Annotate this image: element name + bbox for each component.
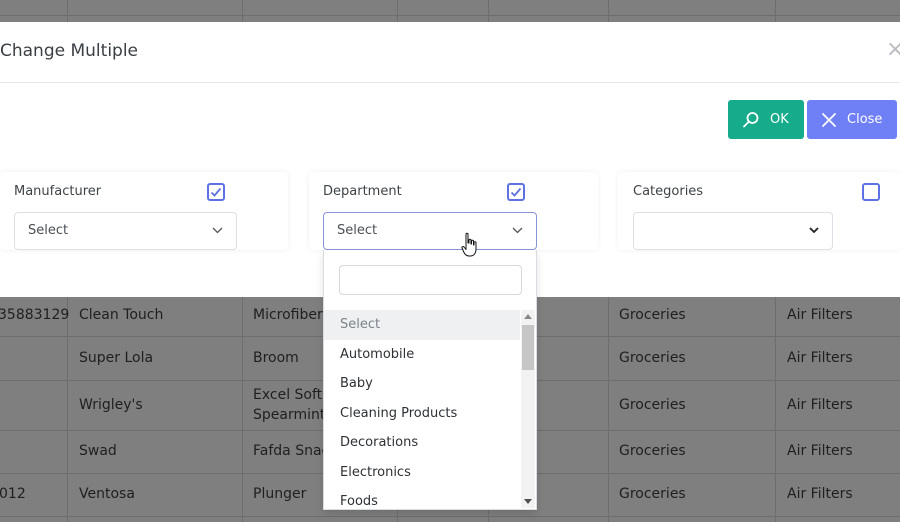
checkmark-icon xyxy=(210,187,222,197)
categories-checkbox[interactable] xyxy=(862,183,880,201)
manufacturer-checkbox[interactable] xyxy=(207,183,225,201)
modal-header-divider xyxy=(0,82,900,83)
table-cell-category: Air Filters xyxy=(787,350,853,366)
table-cell-department: Groceries xyxy=(619,397,686,413)
manufacturer-label: Manufacturer xyxy=(14,184,102,199)
categories-panel: Categories xyxy=(618,172,900,250)
department-select-value: Select xyxy=(337,223,378,238)
chevron-down-icon xyxy=(809,227,819,234)
table-cell-category: Air Filters xyxy=(787,307,853,323)
table-cell-manufacturer: Ventosa xyxy=(79,486,135,502)
table-cell-category: Air Filters xyxy=(787,486,853,502)
modal-close-icon[interactable]: × xyxy=(886,39,900,61)
dropdown-options-list: Select Automobile Baby Cleaning Products… xyxy=(324,310,520,517)
scroll-up-icon[interactable] xyxy=(524,314,532,319)
dropdown-option[interactable]: Select xyxy=(324,310,520,340)
scroll-down-icon[interactable] xyxy=(524,499,532,504)
department-select[interactable]: Select xyxy=(323,212,537,250)
modal-title: Change Multiple xyxy=(0,41,139,61)
dropdown-option[interactable]: Foods xyxy=(324,487,520,517)
manufacturer-select-value: Select xyxy=(28,223,69,238)
dropdown-scrollbar[interactable] xyxy=(521,310,535,508)
close-button[interactable]: Close xyxy=(807,100,897,139)
manufacturer-panel: Manufacturer Select xyxy=(0,172,288,250)
ok-button[interactable]: OK xyxy=(728,100,804,139)
search-icon xyxy=(743,111,759,127)
ok-button-label: OK xyxy=(770,112,789,127)
table-cell-manufacturer: Wrigley's xyxy=(79,397,143,413)
dropdown-option[interactable]: Automobile xyxy=(324,340,520,370)
close-button-label: Close xyxy=(847,112,883,127)
table-cell-code: 35883129 xyxy=(0,307,70,323)
table-cell-product-line2: Spearmint xyxy=(253,407,326,423)
manufacturer-select[interactable]: Select xyxy=(14,212,237,250)
department-label: Department xyxy=(323,184,402,199)
chevron-down-icon xyxy=(212,227,223,234)
department-panel: Department Select xyxy=(309,172,598,250)
dropdown-option[interactable]: Electronics xyxy=(324,458,520,488)
department-dropdown: Select Automobile Baby Cleaning Products… xyxy=(323,250,537,510)
table-cell-code: 012 xyxy=(0,486,26,502)
table-cell-department: Groceries xyxy=(619,350,686,366)
chevron-down-icon xyxy=(512,227,523,234)
table-cell-manufacturer: Clean Touch xyxy=(79,307,164,323)
dropdown-option[interactable]: Decorations xyxy=(324,428,520,458)
table-cell-department: Groceries xyxy=(619,486,686,502)
table-cell-manufacturer: Super Lola xyxy=(79,350,154,366)
table-cell-product: Plunger xyxy=(253,486,307,502)
categories-label: Categories xyxy=(633,184,704,199)
table-row-divider xyxy=(0,15,900,16)
table-cell-category: Air Filters xyxy=(787,397,853,413)
table-cell-category: Air Filters xyxy=(787,443,853,459)
table-cell-product: Fafda Snac xyxy=(253,443,330,459)
close-icon xyxy=(822,112,836,127)
department-checkbox[interactable] xyxy=(507,183,525,201)
table-cell-department: Groceries xyxy=(619,443,686,459)
table-cell-manufacturer: Swad xyxy=(79,443,117,459)
scrollbar-thumb[interactable] xyxy=(522,325,534,370)
hand-cursor-icon xyxy=(461,232,477,257)
dropdown-search-input[interactable] xyxy=(339,265,522,295)
dropdown-option[interactable]: Cleaning Products xyxy=(324,399,520,429)
categories-select[interactable] xyxy=(633,212,833,250)
table-cell-product: Microfiber xyxy=(253,307,323,323)
table-cell-product: Broom xyxy=(253,350,299,366)
dropdown-option[interactable]: Baby xyxy=(324,369,520,399)
table-cell-department: Groceries xyxy=(619,307,686,323)
checkmark-icon xyxy=(510,187,522,197)
